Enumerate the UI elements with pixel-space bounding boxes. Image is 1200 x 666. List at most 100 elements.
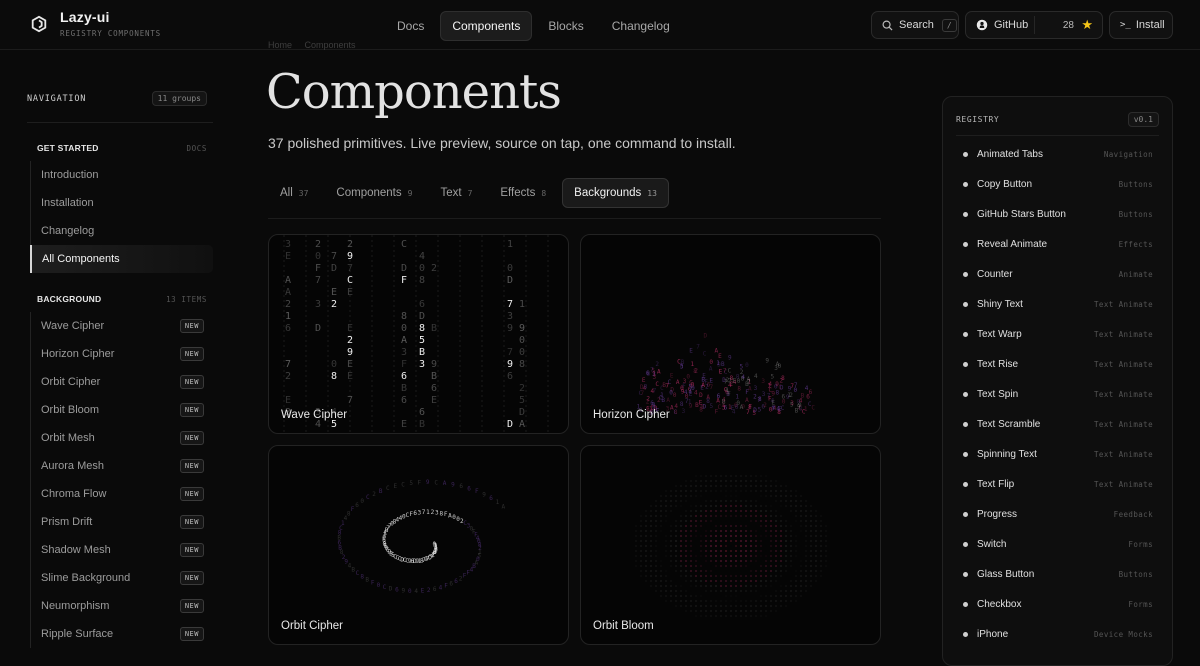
card-orbit-cipher[interactable]: 03734B118F245C797819D69CCDCCC5BDC0682E07… <box>268 445 569 645</box>
cipher-glyph: F <box>401 275 407 286</box>
bullet-icon <box>963 511 968 517</box>
sidebar-item-all-components[interactable]: All Components <box>30 245 213 273</box>
registry-item[interactable]: Shiny Text Text Animate <box>963 289 1153 319</box>
tab-text[interactable]: Text 7 <box>428 178 484 208</box>
bloom-dot <box>735 540 737 542</box>
bloom-dot <box>740 610 742 612</box>
tab-effects[interactable]: Effects 8 <box>488 178 558 208</box>
bloom-dot <box>735 525 737 527</box>
registry-item[interactable]: Reveal Animate Effects <box>963 229 1153 259</box>
nav-changelog[interactable]: Changelog <box>600 11 682 41</box>
bloom-dot <box>755 550 757 552</box>
bloom-dot <box>765 505 767 507</box>
bloom-dot <box>780 600 782 602</box>
cipher-glyph: 2 <box>459 576 463 583</box>
sidebar-item[interactable]: Slime Background NEW <box>31 564 213 592</box>
bloom-dot <box>645 510 647 512</box>
sidebar-item-changelog[interactable]: Changelog <box>31 217 213 245</box>
tab-all[interactable]: All 37 <box>268 178 320 208</box>
bloom-dot <box>755 585 757 587</box>
bloom-dot <box>735 480 737 482</box>
bloom-dot <box>760 485 762 487</box>
install-button[interactable]: >_ Install <box>1109 11 1173 39</box>
bloom-dot <box>755 570 757 572</box>
bloom-dot <box>745 525 747 527</box>
registry-item[interactable]: Progress Feedback <box>963 499 1153 529</box>
cipher-glyph: 9 <box>402 587 406 594</box>
bloom-dot <box>720 615 722 617</box>
sidebar-item[interactable]: Orbit Cipher NEW <box>31 368 213 396</box>
cipher-glyph: 0 <box>408 588 412 595</box>
bloom-dot <box>810 575 812 577</box>
registry-item[interactable]: Text Scramble Text Animate <box>963 409 1153 439</box>
sidebar-item[interactable]: Orbit Mesh NEW <box>31 424 213 452</box>
registry-item-name: Animated Tabs <box>977 148 1043 160</box>
nav-components[interactable]: Components <box>440 11 533 41</box>
cipher-glyph: 1 <box>652 370 656 377</box>
sidebar-item[interactable]: Aurora Mesh NEW <box>31 452 213 480</box>
bloom-dot <box>720 530 722 532</box>
cipher-glyph: 0 <box>419 263 425 274</box>
bloom-dot <box>820 565 822 567</box>
bloom-dot <box>740 545 742 547</box>
brand[interactable]: Lazy-ui REGISTRY COMPONENTS <box>30 9 161 38</box>
registry-item[interactable]: Text Warp Text Animate <box>963 319 1153 349</box>
sidebar-item[interactable]: Shadow Mesh NEW <box>31 536 213 564</box>
card-wave-cipher[interactable]: 3EAA21672E320F73D347DE20845297CEE29EE7CD… <box>268 234 569 434</box>
bloom-dot <box>660 575 662 577</box>
github-stars-button[interactable]: GitHub 28 ★ <box>965 11 1103 39</box>
registry-item[interactable]: Checkbox Forms <box>963 589 1153 619</box>
bloom-dot <box>655 525 657 527</box>
bloom-dot <box>670 530 672 532</box>
sidebar-item[interactable]: Ripple Surface NEW <box>31 620 213 648</box>
tab-components[interactable]: Components 9 <box>324 178 424 208</box>
registry-item[interactable]: Text Spin Text Animate <box>963 379 1153 409</box>
bloom-dot <box>710 520 712 522</box>
bloom-dot <box>735 530 737 532</box>
sidebar-item[interactable]: Neumorphism NEW <box>31 592 213 620</box>
sidebar-item[interactable]: Horizon Cipher NEW <box>31 340 213 368</box>
tab-backgrounds[interactable]: Backgrounds 13 <box>562 178 669 208</box>
card-orbit-bloom[interactable]: Orbit Bloom <box>580 445 881 645</box>
cipher-glyph: 2 <box>431 509 435 516</box>
bloom-dot <box>785 495 787 497</box>
registry-item[interactable]: GitHub Stars Button Buttons <box>963 199 1153 229</box>
registry-item[interactable]: Animated Tabs Navigation <box>963 139 1153 169</box>
bloom-dot <box>720 565 722 567</box>
bloom-dot <box>740 575 742 577</box>
sidebar-item-introduction[interactable]: Introduction <box>31 161 213 189</box>
cipher-glyph: 4 <box>419 251 425 262</box>
sidebar-item-installation[interactable]: Installation <box>31 189 213 217</box>
sidebar-item[interactable]: Wave Cipher NEW <box>31 312 213 340</box>
registry-item[interactable]: Switch Forms <box>963 529 1153 559</box>
bloom-dot <box>675 560 677 562</box>
nav-docs[interactable]: Docs <box>385 11 436 41</box>
registry-item[interactable]: Copy Button Buttons <box>963 169 1153 199</box>
cipher-glyph: 1 <box>496 499 500 506</box>
bloom-dot <box>725 615 727 617</box>
cipher-glyph: 7 <box>724 378 728 385</box>
bullet-icon <box>963 571 968 577</box>
breadcrumb-home[interactable]: Home <box>268 40 292 50</box>
registry-item[interactable]: Text Rise Text Animate <box>963 349 1153 379</box>
nav-blocks[interactable]: Blocks <box>536 11 595 41</box>
bloom-dot <box>690 535 692 537</box>
registry-item[interactable]: Spinning Text Text Animate <box>963 439 1153 469</box>
sidebar-item[interactable]: Prism Drift NEW <box>31 508 213 536</box>
sidebar-item[interactable]: Chroma Flow NEW <box>31 480 213 508</box>
registry-item-category: Text Animate <box>1094 389 1153 399</box>
bloom-dot <box>670 490 672 492</box>
bloom-dot <box>695 510 697 512</box>
registry-item[interactable]: Glass Button Buttons <box>963 559 1153 589</box>
sidebar-item[interactable]: Orbit Bloom NEW <box>31 396 213 424</box>
bloom-dot <box>810 540 812 542</box>
bloom-dot <box>780 520 782 522</box>
registry-item[interactable]: Text Flip Text Animate <box>963 469 1153 499</box>
registry-item[interactable]: iPhone Device Mocks <box>963 619 1153 649</box>
card-horizon-cipher[interactable]: 47B47B369136DF19AC235BCC222887CCBFED10E1… <box>580 234 881 434</box>
search-button[interactable]: Search / <box>871 11 959 39</box>
registry-header: REGISTRY v0.1 <box>956 112 1159 127</box>
registry-item[interactable]: Counter Animate <box>963 259 1153 289</box>
cipher-glyph: 2 <box>285 299 291 310</box>
bloom-dot <box>725 595 727 597</box>
